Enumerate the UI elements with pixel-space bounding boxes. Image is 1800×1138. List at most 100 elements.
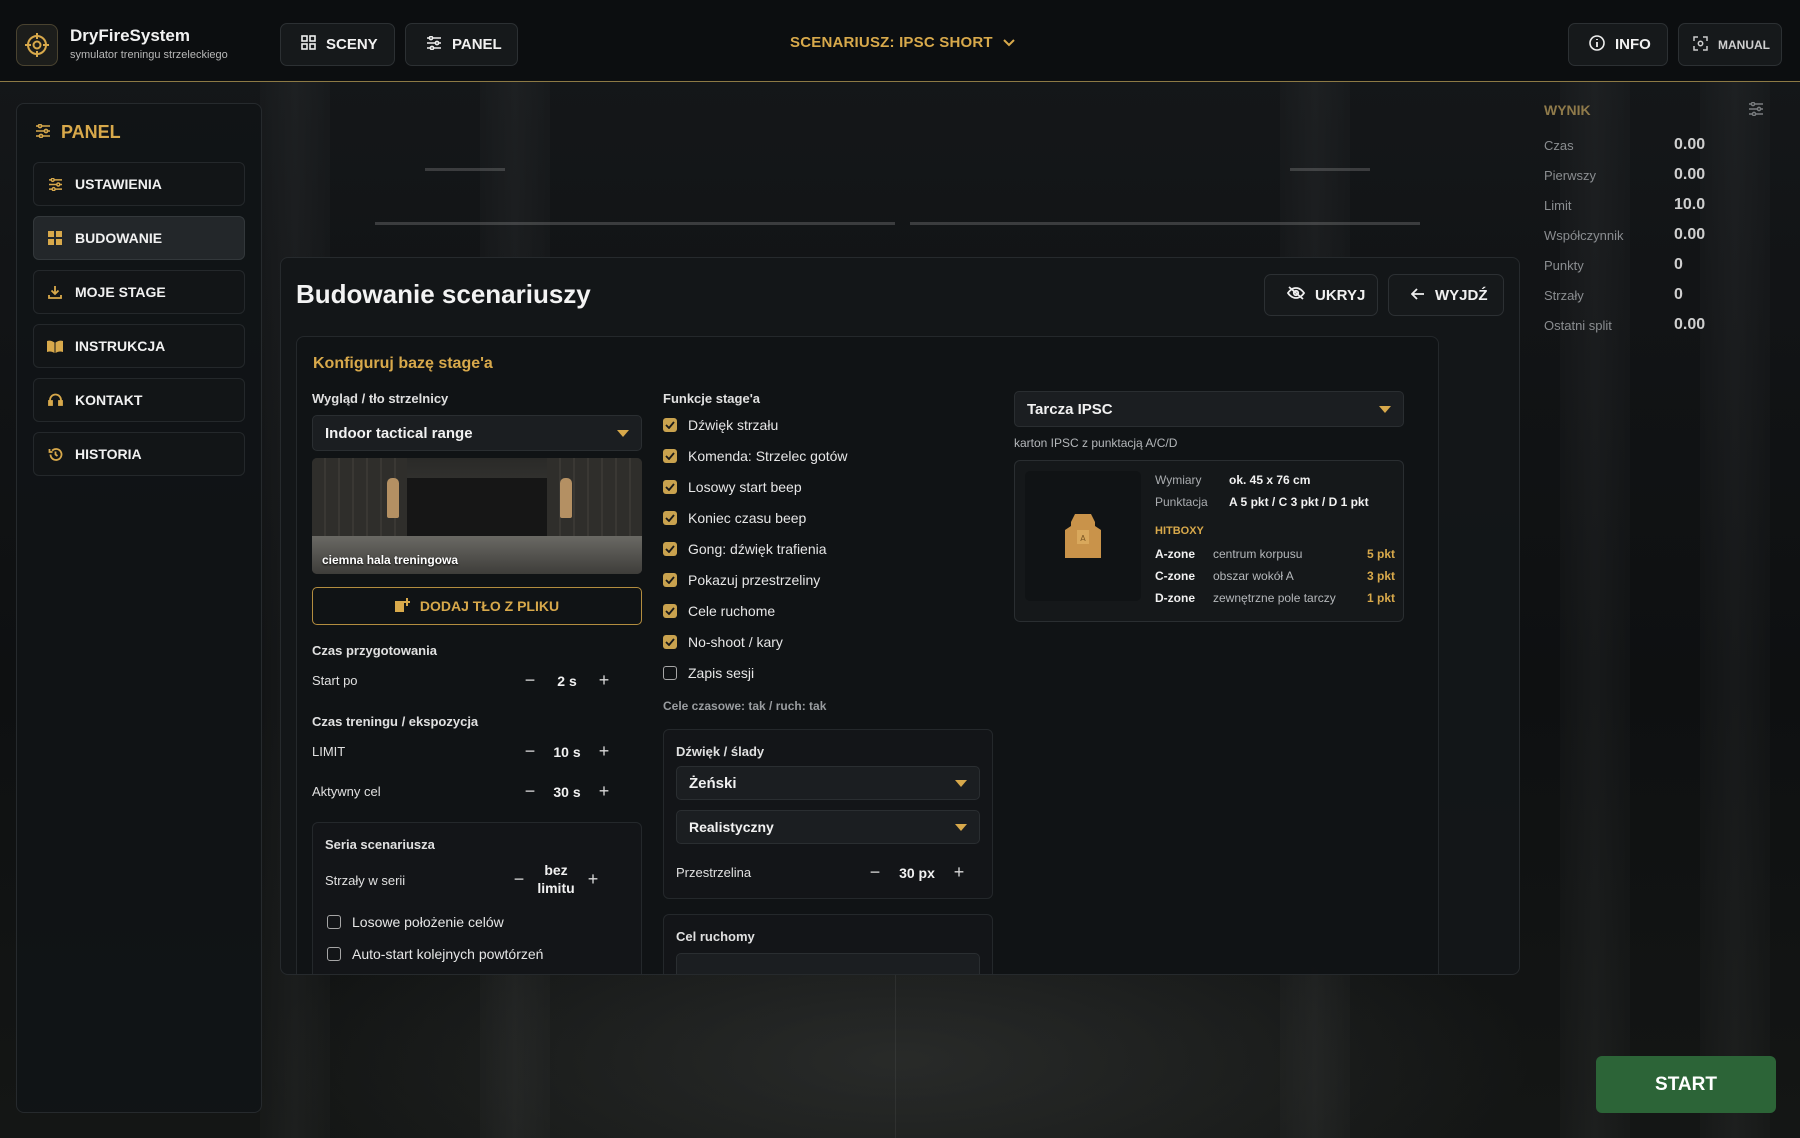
shots-in-series-stepper: − bez limitu + [508, 861, 604, 897]
info-label: INFO [1615, 36, 1651, 53]
headset-icon [47, 392, 63, 408]
score-label: Limit [1544, 197, 1572, 213]
sound-box: Dźwięk / ślady Żeński Realistyczny Przes… [663, 729, 993, 899]
scoring-value: A 5 pkt / C 3 pkt / D 1 pkt [1229, 495, 1369, 509]
arrow-left-icon [1410, 287, 1425, 304]
active-target-stepper: − 30 s + [519, 781, 615, 802]
sliders-icon [47, 176, 63, 192]
checkbox-checked-icon [663, 449, 677, 463]
function-checkbox[interactable]: Zapis sesji [663, 665, 754, 681]
hide-button[interactable]: UKRYJ [1264, 274, 1378, 316]
hitbox-zone: A-zone [1155, 547, 1195, 561]
function-checkbox[interactable]: Koniec czasu beep [663, 510, 806, 526]
sidebar-item-historia[interactable]: HISTORIA [33, 432, 245, 476]
function-checkbox[interactable]: Komenda: Strzelec gotów [663, 448, 848, 464]
checkbox-checked-icon [663, 604, 677, 618]
manual-button[interactable]: MANUAL [1678, 23, 1782, 66]
limit-stepper: − 10 s + [519, 741, 615, 762]
sidebar-item-instrukcja[interactable]: INSTRUKCJA [33, 324, 245, 368]
score-row-wspolczynnik: Współczynnik 0.00 [1544, 226, 1714, 244]
eye-off-icon [1286, 286, 1306, 304]
moving-target-box: Cel ruchomy [663, 914, 993, 974]
score-label: Czas [1544, 137, 1574, 153]
plus-button[interactable]: + [593, 670, 615, 691]
minus-button[interactable]: − [508, 869, 530, 890]
function-label: No-shoot / kary [688, 634, 783, 650]
dimensions-row: Wymiary ok. 45 x 76 cm [1155, 473, 1395, 487]
score-row-strzaly: Strzały 0 [1544, 286, 1714, 304]
background-preview-image: ciemna hala treningowa [312, 458, 642, 574]
minus-button[interactable]: − [519, 741, 541, 762]
exit-button[interactable]: WYJDŹ [1388, 274, 1504, 316]
function-checkbox[interactable]: Losowy start beep [663, 479, 802, 495]
start-label: START [1655, 1073, 1717, 1095]
hitbox-points: 5 pkt [1366, 547, 1395, 561]
autostart-checkbox[interactable]: Auto-start kolejnych powtórzeń [327, 946, 543, 962]
limit-value: 10 s [553, 743, 581, 760]
minus-button[interactable]: − [864, 862, 886, 883]
logo-icon [16, 24, 58, 66]
caret-down-icon [955, 779, 967, 787]
scenario-dropdown[interactable]: SCENARIUSZ: IPSC SHORT [790, 34, 1015, 51]
target-select[interactable]: Tarcza IPSC [1014, 391, 1404, 427]
sidebar-item-moje-stage[interactable]: MOJE STAGE [33, 270, 245, 314]
info-button[interactable]: INFO [1568, 23, 1668, 66]
plus-button[interactable]: + [593, 781, 615, 802]
plus-button[interactable]: + [582, 869, 604, 890]
plus-button[interactable]: + [948, 862, 970, 883]
hide-label: UKRYJ [1315, 286, 1366, 304]
sidebar-title: PANEL [35, 122, 121, 143]
voice-select-value: Żeński [689, 774, 737, 792]
limit-label: LIMIT [312, 744, 346, 759]
hitbox-zone: C-zone [1155, 569, 1195, 583]
sceny-button[interactable]: SCENY [280, 23, 395, 66]
target-select-value: Tarcza IPSC [1027, 400, 1113, 418]
sidebar-item-ustawienia[interactable]: USTAWIENIA [33, 162, 245, 206]
score-row-pierwszy: Pierwszy 0.00 [1544, 166, 1714, 184]
moving-target-select[interactable] [676, 953, 980, 974]
hitbox-row: D-zone zewnętrzne pole tarczy 1 pkt [1155, 591, 1395, 605]
hitbox-row: C-zone obszar wokół A 3 pkt [1155, 569, 1395, 583]
random-positions-checkbox[interactable]: Losowe położenie celów [327, 914, 504, 930]
series-box: Seria scenariusza Strzały w serii − bez l… [312, 822, 642, 974]
hitbox-title: HITBOXY [1155, 525, 1204, 537]
panel-button[interactable]: PANEL [405, 23, 518, 66]
score-label: Ostatni split [1544, 317, 1612, 333]
minus-button[interactable]: − [519, 781, 541, 802]
add-background-button[interactable]: DODAJ TŁO Z PLIKU [312, 587, 642, 625]
minus-button[interactable]: − [519, 670, 541, 691]
chevron-down-icon [1003, 34, 1015, 51]
function-label: Koniec czasu beep [688, 510, 807, 526]
checkbox-unchecked-icon [663, 666, 677, 680]
bullet-hole-stepper: − 30 px + [864, 862, 970, 883]
sidebar-title-label: PANEL [61, 122, 121, 142]
function-label: Pokazuj przestrzeliny [688, 572, 821, 588]
sound-mode-select[interactable]: Realistyczny [676, 810, 980, 844]
checkbox-checked-icon [663, 635, 677, 649]
start-button[interactable]: START [1596, 1056, 1776, 1113]
hitbox-points: 1 pkt [1366, 591, 1395, 605]
voice-select[interactable]: Żeński [676, 766, 980, 800]
checkbox-checked-icon [663, 573, 677, 587]
checkbox-checked-icon [663, 542, 677, 556]
series-label: Seria scenariusza [325, 837, 435, 852]
function-checkbox[interactable]: Pokazuj przestrzeliny [663, 572, 820, 588]
start-after-label: Start po [312, 673, 358, 688]
start-after-value: 2 s [557, 672, 577, 689]
sidebar-item-kontakt[interactable]: KONTAKT [33, 378, 245, 422]
appearance-select[interactable]: Indoor tactical range [312, 415, 642, 451]
sidebar-item-budowanie[interactable]: BUDOWANIE [33, 216, 245, 260]
settings-sliders-icon[interactable] [1748, 101, 1764, 121]
download-icon [47, 284, 63, 300]
score-value: 0.00 [1674, 226, 1706, 243]
moving-target-label: Cel ruchomy [676, 929, 755, 944]
function-checkbox[interactable]: Gong: dźwięk trafienia [663, 541, 827, 557]
function-checkbox[interactable]: Dźwięk strzału [663, 417, 778, 433]
autostart-label: Auto-start kolejnych powtórzeń [352, 946, 544, 962]
plus-button[interactable]: + [593, 741, 615, 762]
dimensions-value: ok. 45 x 76 cm [1229, 473, 1311, 487]
function-checkbox[interactable]: Cele ruchome [663, 603, 775, 619]
hitbox-desc: obszar wokół A [1213, 569, 1294, 583]
info-icon [1589, 34, 1605, 55]
function-checkbox[interactable]: No-shoot / kary [663, 634, 783, 650]
